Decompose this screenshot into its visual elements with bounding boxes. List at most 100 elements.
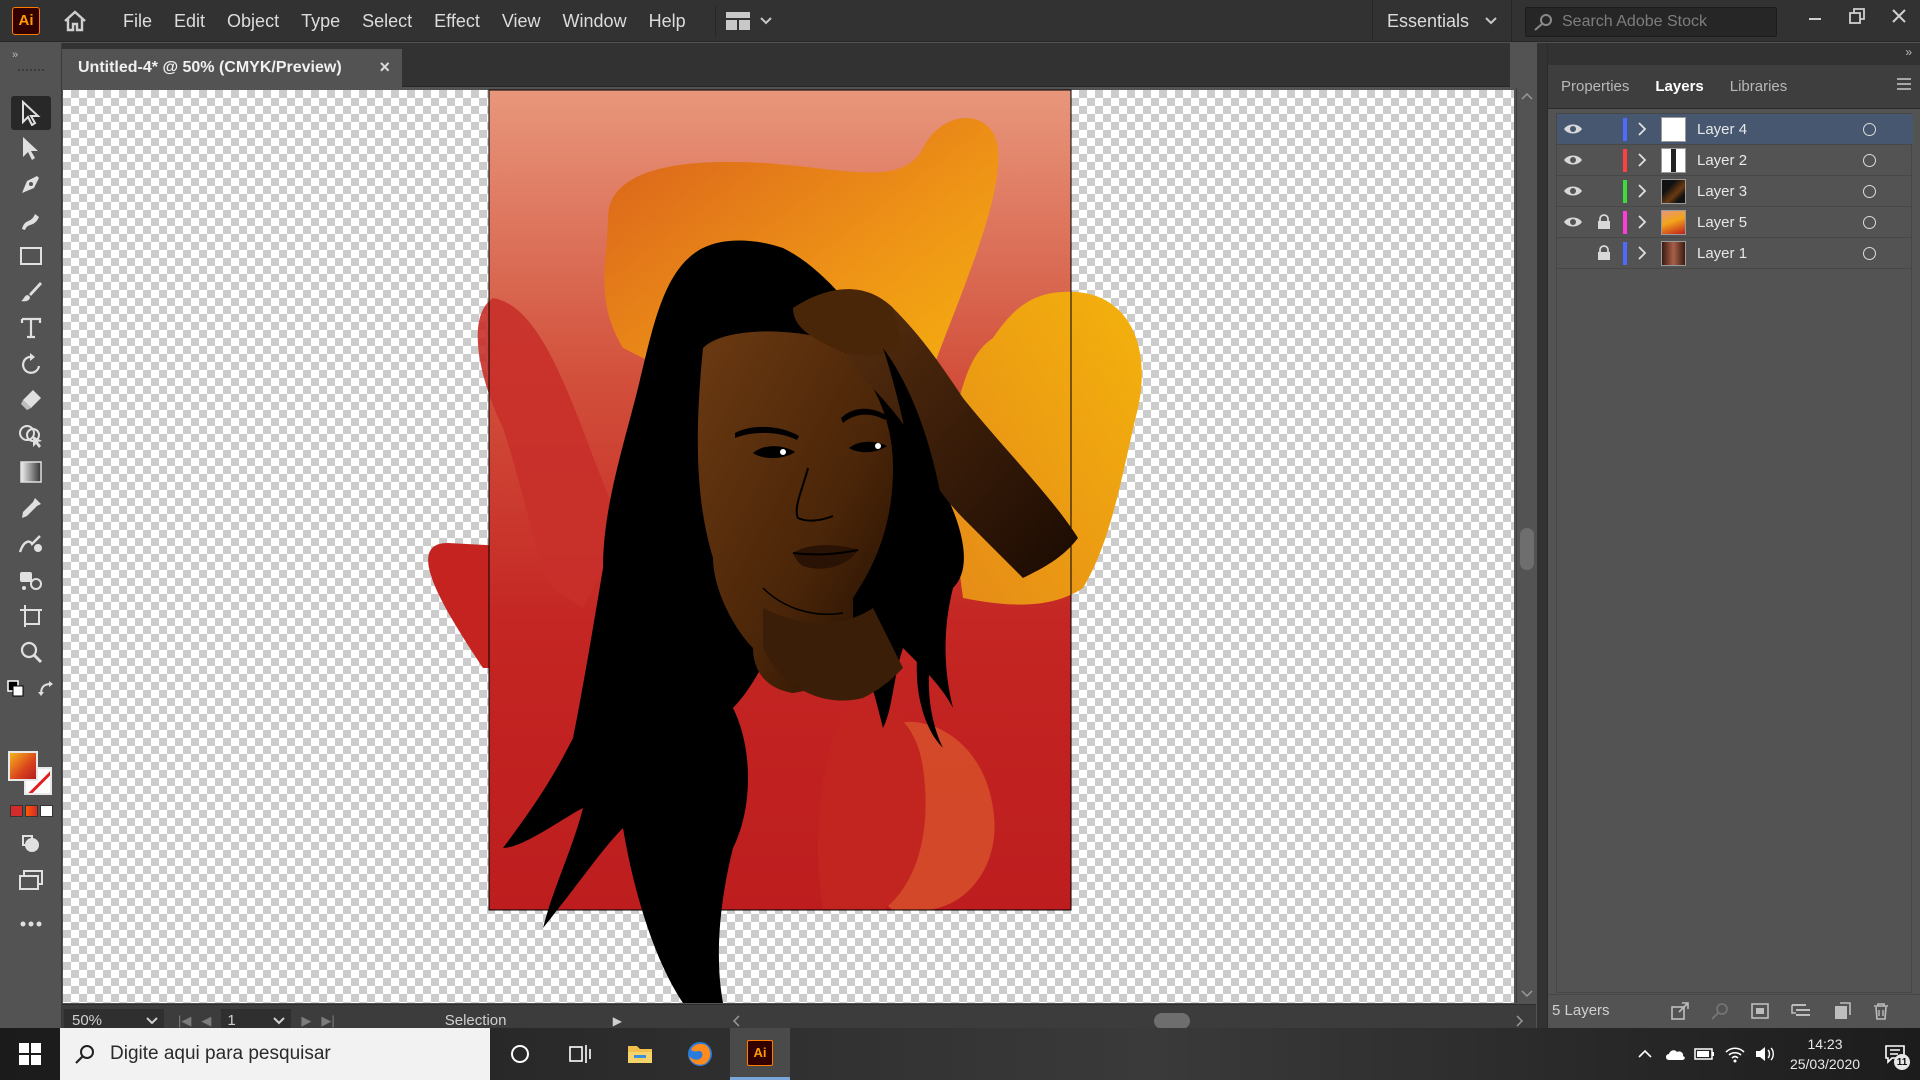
new-layer-icon[interactable]	[1832, 1001, 1852, 1020]
scroll-right-icon[interactable]	[1516, 1015, 1524, 1027]
artwork-illustration[interactable]	[63, 88, 1516, 1003]
layer-row-layer-4[interactable]: Layer 4	[1557, 114, 1913, 145]
eye-visibility-icon[interactable]	[1563, 214, 1583, 230]
wifi-icon[interactable]	[1720, 1028, 1750, 1080]
rotate-tool[interactable]	[11, 347, 51, 381]
next-artboard-icon[interactable]: ▶	[301, 1013, 311, 1029]
scroll-down-icon[interactable]	[1521, 990, 1533, 998]
rectangle-tool[interactable]	[11, 239, 51, 273]
menu-window[interactable]: Window	[552, 0, 638, 42]
vertical-scroll-thumb[interactable]	[1520, 528, 1534, 570]
eraser-tool[interactable]	[11, 383, 51, 417]
shape-builder-tool[interactable]	[11, 419, 51, 453]
eye-visibility-icon[interactable]	[1563, 183, 1583, 199]
layer-name[interactable]: Layer 5	[1697, 214, 1747, 231]
tab-properties[interactable]: Properties	[1548, 65, 1642, 109]
artboard-tool[interactable]	[11, 599, 51, 633]
menu-view[interactable]: View	[491, 0, 552, 42]
menu-select[interactable]: Select	[351, 0, 423, 42]
canvas-area[interactable]	[63, 88, 1516, 1003]
task-view-button[interactable]	[550, 1028, 610, 1080]
tab-libraries[interactable]: Libraries	[1717, 65, 1801, 109]
fill-stroke-swatches[interactable]	[8, 751, 54, 797]
screen-mode-tool[interactable]	[11, 863, 51, 897]
selection-tool[interactable]	[11, 96, 51, 130]
expand-arrow-icon[interactable]	[1635, 214, 1649, 230]
swap-colors-icon[interactable]	[34, 677, 58, 701]
color-mode-button[interactable]	[10, 805, 23, 817]
edit-toolbar-button[interactable]	[11, 907, 51, 941]
menu-object[interactable]: Object	[216, 0, 290, 42]
pen-tool[interactable]	[11, 167, 51, 201]
fill-color-swatch[interactable]	[8, 751, 38, 781]
lock-icon[interactable]	[1597, 214, 1611, 230]
show-hidden-icons-button[interactable]	[1630, 1028, 1660, 1080]
expand-arrow-icon[interactable]	[1635, 152, 1649, 168]
locate-object-icon[interactable]	[1710, 1002, 1730, 1020]
curvature-tool[interactable]	[11, 203, 51, 237]
menu-file[interactable]: File	[112, 0, 163, 42]
layer-target-icon[interactable]	[1863, 123, 1876, 136]
cortana-button[interactable]	[490, 1028, 550, 1080]
type-tool[interactable]	[11, 311, 51, 345]
taskbar-search-box[interactable]: Digite aqui para pesquisar	[60, 1028, 490, 1080]
scroll-left-icon[interactable]	[732, 1015, 740, 1027]
menu-help[interactable]: Help	[638, 0, 697, 42]
minimize-button[interactable]	[1794, 0, 1836, 32]
draw-mode-tool[interactable]	[11, 827, 51, 861]
expand-arrow-icon[interactable]	[1635, 183, 1649, 199]
first-artboard-icon[interactable]: |◀	[178, 1013, 191, 1029]
onedrive-icon[interactable]	[1660, 1028, 1690, 1080]
expand-arrow-icon[interactable]	[1635, 121, 1649, 137]
action-center-button[interactable]: 11	[1870, 1028, 1920, 1080]
eye-visibility-icon[interactable]	[1563, 121, 1583, 137]
gradient-tool[interactable]	[11, 455, 51, 489]
stock-search-input[interactable]	[1562, 13, 1772, 31]
trash-icon[interactable]	[1872, 1002, 1890, 1020]
workspace-switcher[interactable]: Essentials	[1372, 0, 1513, 42]
layer-target-icon[interactable]	[1863, 216, 1876, 229]
vertical-scrollbar[interactable]	[1516, 88, 1536, 1003]
firefox-button[interactable]	[670, 1028, 730, 1080]
home-icon[interactable]	[60, 6, 90, 36]
menu-type[interactable]: Type	[290, 0, 351, 42]
layer-row-layer-2[interactable]: Layer 2	[1557, 145, 1913, 176]
default-colors-icon[interactable]	[4, 677, 28, 701]
start-button[interactable]	[0, 1028, 60, 1080]
close-tab-icon[interactable]: ×	[379, 57, 390, 78]
previous-artboard-icon[interactable]: ◀	[201, 1013, 211, 1029]
layer-target-icon[interactable]	[1863, 247, 1876, 260]
eye-visibility-icon[interactable]	[1563, 152, 1583, 168]
battery-icon[interactable]	[1690, 1028, 1720, 1080]
blend-tool[interactable]	[11, 527, 51, 561]
paintbrush-tool[interactable]	[11, 275, 51, 309]
panel-collapse-bar[interactable]: »	[1548, 43, 1920, 65]
collapse-toolbar-icon[interactable]: »	[12, 49, 18, 61]
adobe-stock-search[interactable]	[1525, 7, 1777, 37]
create-sublayer-icon[interactable]	[1790, 1002, 1812, 1020]
tab-layers[interactable]: Layers	[1642, 65, 1716, 109]
layer-target-icon[interactable]	[1863, 185, 1876, 198]
layer-name[interactable]: Layer 4	[1697, 121, 1747, 138]
zoom-tool[interactable]	[11, 635, 51, 669]
gradient-mode-button[interactable]	[25, 805, 38, 817]
close-button[interactable]	[1878, 0, 1920, 32]
layer-row-layer-5[interactable]: Layer 5	[1557, 207, 1913, 238]
toolbar-grip[interactable]	[18, 69, 44, 71]
symbol-sprayer-tool[interactable]	[11, 563, 51, 597]
eyedropper-tool[interactable]	[11, 491, 51, 525]
document-tab[interactable]: Untitled-4* @ 50% (CMYK/Preview) ×	[62, 49, 402, 87]
lock-icon[interactable]	[1597, 245, 1611, 261]
horizontal-scroll-thumb[interactable]	[1154, 1013, 1190, 1029]
export-icon[interactable]	[1670, 1001, 1690, 1020]
status-menu-icon[interactable]: ▶	[613, 1014, 622, 1028]
layer-name[interactable]: Layer 1	[1697, 245, 1747, 262]
layer-name[interactable]: Layer 2	[1697, 152, 1747, 169]
make-clipping-mask-icon[interactable]	[1750, 1002, 1770, 1020]
direct-selection-tool[interactable]	[11, 131, 51, 165]
last-artboard-icon[interactable]: ▶|	[321, 1013, 334, 1029]
expand-arrow-icon[interactable]	[1635, 245, 1649, 261]
restore-button[interactable]	[1836, 0, 1878, 32]
taskbar-clock[interactable]: 14:23 25/03/2020	[1780, 1034, 1870, 1074]
menu-effect[interactable]: Effect	[423, 0, 491, 42]
